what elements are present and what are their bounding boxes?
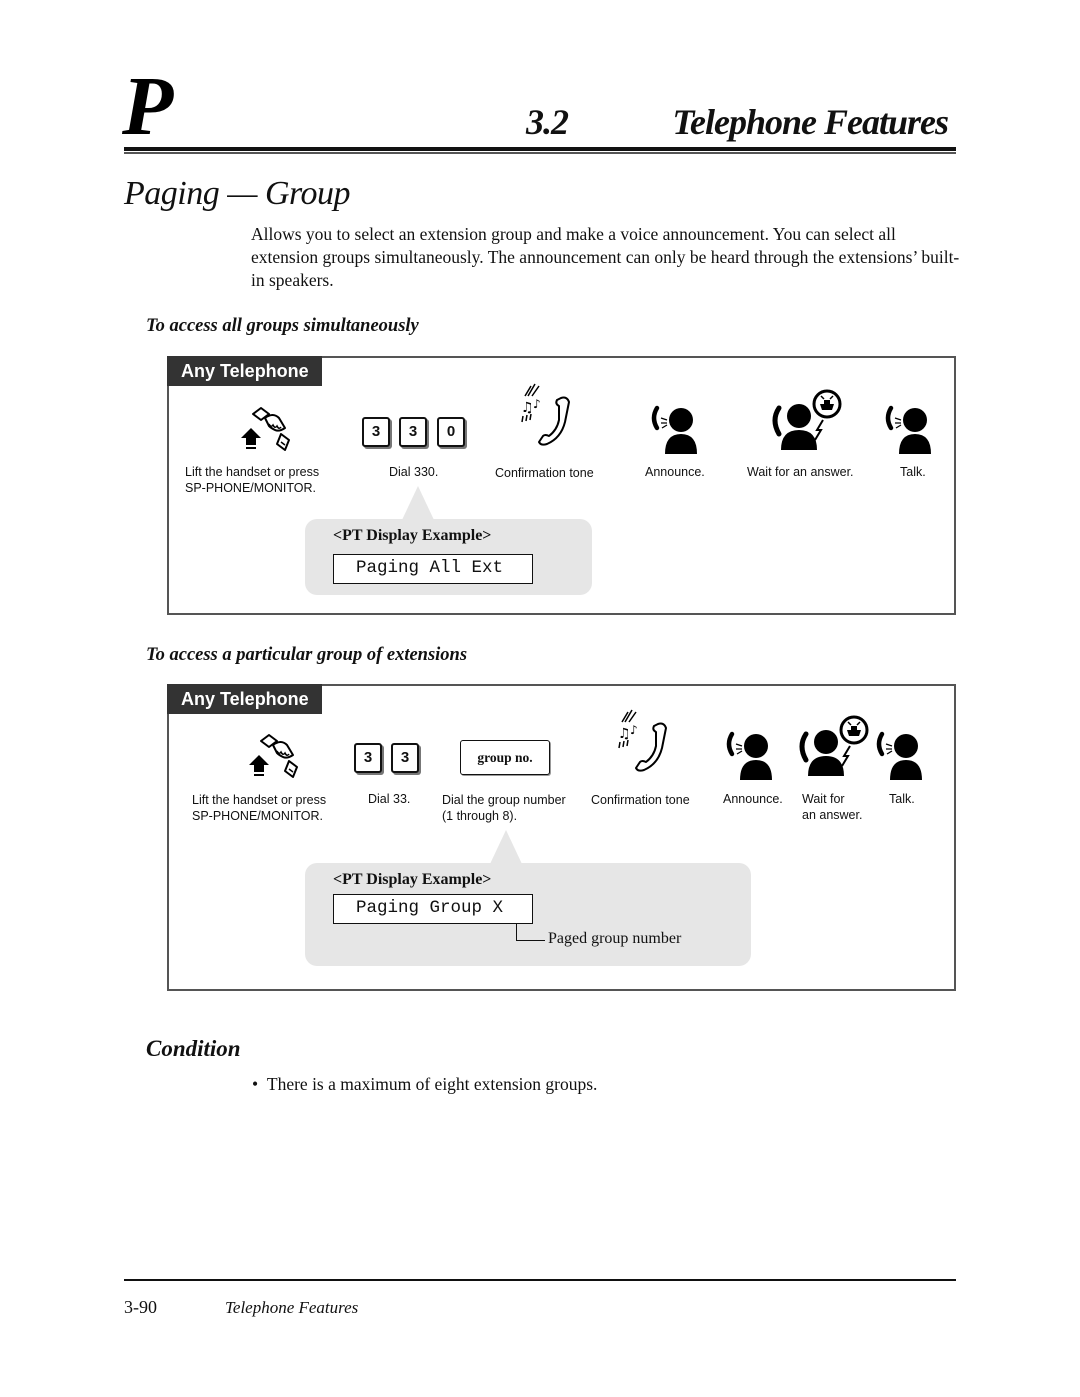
section-title: Telephone Features [672, 102, 949, 142]
step-label-dial: Dial 33. [368, 792, 411, 806]
step-label-line: Lift the handset or press [192, 793, 327, 807]
callout-pointer [490, 830, 522, 864]
dial-key-3: 3 [362, 417, 390, 447]
header-rule-thin [124, 152, 956, 154]
step-label-line: SP-PHONE/MONITOR. [192, 809, 324, 823]
announce-icon [651, 406, 699, 454]
bullet-text: There is a maximum of eight extension gr… [266, 1074, 598, 1094]
footer-rule [124, 1279, 956, 1281]
display-annotation: Paged group number [548, 930, 682, 947]
procedure-1-box: Any Telephone 3 3 0 Lift the handset or … [167, 356, 956, 615]
procedure-2-heading: To access a particular group of extensio… [146, 645, 468, 665]
dial-key-3: 3 [354, 743, 382, 773]
step-label-lift: Lift the handset or press SP-PHONE/MONIT… [192, 792, 326, 824]
wait-answer-icon [798, 716, 868, 778]
step-label-talk: Talk. [889, 792, 915, 806]
bullet-marker: • [252, 1074, 267, 1094]
talk-icon [885, 406, 933, 454]
footer-title: Telephone Features [225, 1298, 359, 1317]
confirmation-tone-icon [617, 709, 667, 772]
lift-handset-icon [240, 407, 290, 451]
step-label-line: Dial the group number [442, 793, 566, 807]
step-label-line: SP-PHONE/MONITOR. [185, 481, 317, 495]
confirmation-tone-icon [520, 383, 570, 446]
pt-display-screen: Paging All Ext [333, 554, 533, 584]
step-label-lift: Lift the handset or press SP-PHONE/MONIT… [185, 464, 319, 496]
procedure-2-tab: Any Telephone [167, 684, 322, 714]
step-label-line: an answer. [802, 808, 863, 822]
pt-display-title: <PT Display Example> [333, 527, 492, 544]
step-label-tone: Confirmation tone [591, 793, 690, 807]
step-label-announce: Announce. [645, 465, 705, 479]
page-title: Paging — Group [124, 175, 350, 212]
condition-bullet: • There is a maximum of eight extension … [252, 1072, 597, 1096]
wait-answer-icon [771, 390, 841, 452]
dial-key-3: 3 [399, 417, 427, 447]
pt-display-screen: Paging Group X [333, 894, 533, 924]
step-label-group: Dial the group number (1 through 8). [442, 792, 566, 824]
step-label-announce: Announce. [723, 792, 783, 806]
pt-display-callout: <PT Display Example> Paging Group X Page… [305, 863, 751, 966]
step-label-line: (1 through 8). [442, 809, 518, 823]
procedure-1-tab: Any Telephone [167, 356, 322, 386]
header-rule [124, 147, 956, 151]
announce-icon [726, 732, 774, 780]
dial-key-3: 3 [391, 743, 419, 773]
callout-pointer [402, 486, 434, 520]
step-label-wait: Wait for an answer. [747, 465, 854, 479]
intro-paragraph: Allows you to select an extension group … [251, 224, 960, 290]
step-label-tone: Confirmation tone [495, 466, 594, 480]
section-letter: P [122, 60, 174, 153]
step-label-dial: Dial 330. [389, 465, 439, 479]
procedure-2-box: Any Telephone 3 3 group no. Lift the han… [167, 684, 956, 991]
step-label-talk: Talk. [900, 465, 926, 479]
lift-handset-icon [248, 734, 298, 778]
talk-icon [876, 732, 924, 780]
dial-key-0: 0 [437, 417, 465, 447]
group-number-button: group no. [460, 740, 550, 775]
step-label-line: Lift the handset or press [185, 465, 320, 479]
pt-display-title: <PT Display Example> [333, 871, 492, 888]
section-number: 3.2 [526, 102, 569, 142]
procedure-1-heading: To access all groups simultaneously [146, 316, 419, 336]
pt-display-callout: <PT Display Example> Paging All Ext [305, 519, 592, 595]
step-label-line: Wait for [802, 792, 845, 806]
annotation-leader-line [516, 924, 545, 941]
condition-heading: Condition [146, 1036, 241, 1061]
page-number: 3-90 [124, 1297, 157, 1317]
step-label-wait: Wait for an answer. [802, 791, 862, 823]
